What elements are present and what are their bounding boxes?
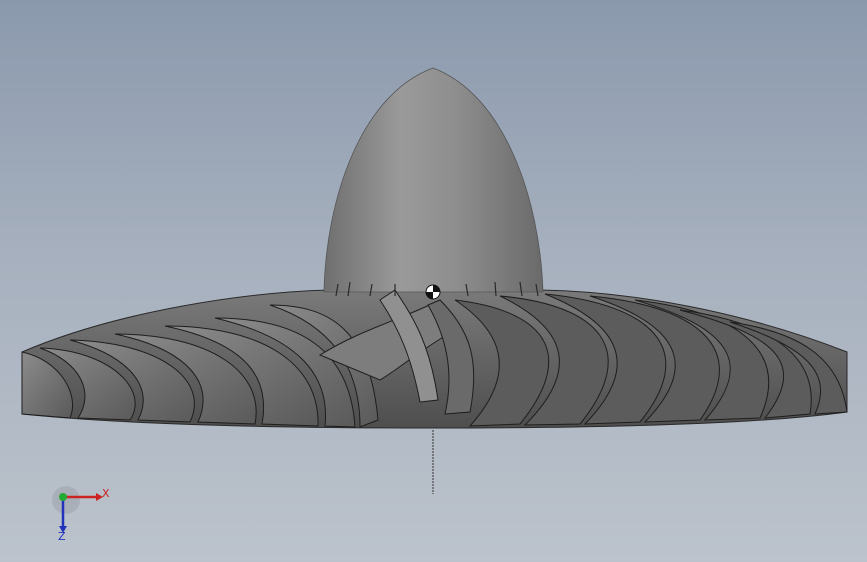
impeller-model[interactable] <box>0 0 867 562</box>
hub-cone <box>323 67 544 293</box>
triad-y-axis <box>59 493 67 501</box>
triad-z-label: Z <box>58 530 66 543</box>
triad-x-label: X <box>102 487 110 500</box>
center-of-mass-icon[interactable] <box>425 284 441 300</box>
reference-triad <box>52 486 103 533</box>
graphics-viewport[interactable]: X Z <box>0 0 867 562</box>
